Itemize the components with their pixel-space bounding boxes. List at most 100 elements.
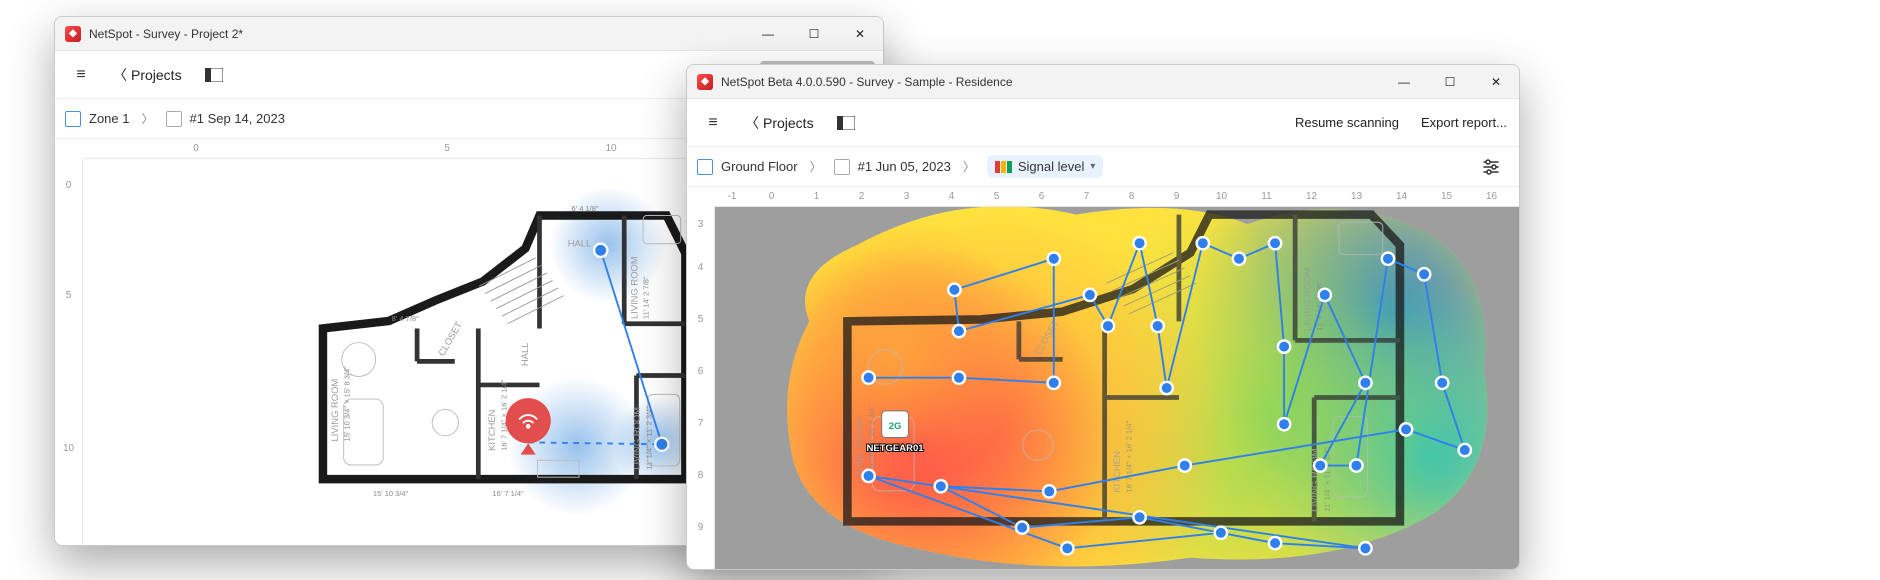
window-sample-residence: ◆ NetSpot Beta 4.0.0.590 - Survey - Samp…	[686, 64, 1520, 570]
ruler-tick: 4	[929, 191, 974, 202]
ruler-tick: 16	[1469, 191, 1514, 202]
ruler-tick: 5	[309, 143, 585, 154]
layout-toggle-icon[interactable]	[196, 57, 232, 93]
minimize-button[interactable]: —	[745, 17, 791, 51]
visualization-dropdown[interactable]: Signal level ▾	[987, 155, 1104, 178]
resume-scanning[interactable]: Resume scanning	[1291, 109, 1403, 136]
svg-text:LIVING ROOM: LIVING ROOM	[1302, 267, 1313, 331]
ruler-tick: 6	[687, 345, 714, 397]
zone-icon	[697, 159, 713, 175]
ruler-tick: 10	[585, 143, 637, 154]
zone-name[interactable]: Zone 1	[89, 111, 129, 126]
svg-text:CLOSET: CLOSET	[436, 319, 464, 357]
zone-icon	[65, 111, 81, 127]
ruler-tick: 0	[749, 191, 794, 202]
ruler-tick: 6	[1019, 191, 1064, 202]
svg-text:LIVING ROOM: LIVING ROOM	[631, 407, 642, 470]
ruler-tick: 1	[794, 191, 839, 202]
zone-name[interactable]: Ground Floor	[721, 159, 798, 174]
ruler-tick: 3	[884, 191, 929, 202]
canvas-area[interactable]: -1 0 1 2 3 4 5 6 7 8 9 10 11 12 13 14 15…	[687, 187, 1519, 569]
hamburger-icon[interactable]: ≡	[695, 105, 731, 141]
svg-text:11' 1/4" × 11' 2 3/4": 11' 1/4" × 11' 2 3/4"	[1322, 447, 1331, 512]
svg-text:16' 7 1/4": 16' 7 1/4"	[492, 489, 524, 498]
window-controls: — ☐ ✕	[745, 17, 883, 51]
maximize-button[interactable]: ☐	[791, 17, 837, 51]
ruler-tick: 2	[839, 191, 884, 202]
chevron-down-icon: ▾	[1090, 161, 1095, 172]
settings-icon[interactable]	[1473, 149, 1509, 185]
ruler-tick: 7	[1064, 191, 1109, 202]
ruler-tick: 8	[687, 449, 714, 501]
scan-icon	[166, 111, 182, 127]
svg-text:2G: 2G	[889, 421, 902, 432]
ruler-tick: 8	[1109, 191, 1154, 202]
svg-text:KITCHEN: KITCHEN	[1112, 451, 1123, 493]
maximize-button[interactable]: ☐	[1427, 65, 1473, 99]
chevron-left-icon: 〈	[113, 65, 127, 85]
heatmap-svg: LIVING ROOM 15' 10 3/4" × 15' 8 3/4" KIT…	[715, 207, 1519, 569]
ruler-horizontal: -1 0 1 2 3 4 5 6 7 8 9 10 11 12 13 14 15…	[715, 187, 1519, 207]
heatmap-canvas[interactable]: LIVING ROOM 15' 10 3/4" × 15' 8 3/4" KIT…	[715, 207, 1519, 569]
close-button[interactable]: ✕	[1473, 65, 1519, 99]
svg-text:NETGEAR01: NETGEAR01	[866, 443, 924, 454]
scan-icon	[834, 159, 850, 175]
projects-label: Projects	[763, 115, 814, 131]
chevron-left-icon: 〈	[745, 113, 759, 133]
ruler-tick: 13	[1334, 191, 1379, 202]
app-icon: ◆	[65, 26, 81, 42]
ruler-tick: 3	[687, 207, 714, 241]
export-report[interactable]: Export report...	[1417, 109, 1511, 136]
ruler-tick: 0	[55, 159, 82, 211]
svg-text:KITCHEN: KITCHEN	[486, 409, 497, 450]
svg-text:15' 10 3/4": 15' 10 3/4"	[373, 489, 409, 498]
ruler-tick: 12	[1289, 191, 1334, 202]
minimize-button[interactable]: —	[1381, 65, 1427, 99]
svg-text:HALL: HALL	[568, 238, 592, 249]
app-icon: ◆	[697, 74, 713, 90]
ruler-tick: 15	[1424, 191, 1469, 202]
svg-text:8' 4 7/8": 8' 4 7/8"	[392, 314, 419, 323]
ruler-tick: 10	[55, 379, 82, 517]
ruler-tick: 10	[1199, 191, 1244, 202]
ruler-tick: 14	[1379, 191, 1424, 202]
titlebar: ◆ NetSpot Beta 4.0.0.590 - Survey - Samp…	[687, 65, 1519, 99]
svg-text:HALL: HALL	[519, 343, 530, 367]
ruler-tick: 5	[687, 293, 714, 345]
svg-text:11' 14' 2 7/8": 11' 14' 2 7/8"	[642, 276, 651, 319]
svg-text:LIVING ROOM: LIVING ROOM	[1310, 448, 1321, 512]
close-button[interactable]: ✕	[837, 17, 883, 51]
ruler-tick: 9	[687, 501, 714, 553]
breadcrumb-bar: Ground Floor 〉 #1 Jun 05, 2023 〉 Signal …	[687, 147, 1519, 187]
window-controls: — ☐ ✕	[1381, 65, 1519, 99]
scan-name[interactable]: #1 Sep 14, 2023	[190, 111, 285, 126]
chevron-right-icon: 〉	[806, 158, 826, 175]
projects-label: Projects	[131, 67, 182, 83]
svg-text:6' 4 1/8": 6' 4 1/8"	[571, 204, 598, 213]
ruler-tick: 5	[974, 191, 1019, 202]
signal-bars-icon	[995, 161, 1012, 173]
layout-toggle-icon[interactable]	[828, 105, 864, 141]
ruler-tick: 4	[687, 241, 714, 293]
back-projects[interactable]: 〈 Projects	[105, 61, 190, 89]
toolbar: ≡ 〈 Projects Resume scanning Export repo…	[687, 99, 1519, 147]
ruler-tick: 11	[1244, 191, 1289, 202]
ruler-vertical: 0 5 10	[55, 159, 83, 545]
scan-name[interactable]: #1 Jun 05, 2023	[858, 159, 951, 174]
chevron-right-icon: 〉	[137, 110, 157, 127]
back-projects[interactable]: 〈 Projects	[737, 109, 822, 137]
ruler-tick: 7	[687, 397, 714, 449]
ruler-tick: -1	[715, 191, 749, 202]
hamburger-icon[interactable]: ≡	[63, 57, 99, 93]
ruler-tick: 0	[83, 143, 309, 154]
svg-text:LIVING ROOM: LIVING ROOM	[628, 256, 639, 319]
ruler-vertical: 3 4 5 6 7 8 9	[687, 207, 715, 569]
ruler-tick: 5	[55, 211, 82, 379]
svg-text:16' 7 1/4" × 16' 2 1/4": 16' 7 1/4" × 16' 2 1/4"	[1124, 421, 1133, 493]
chevron-right-icon: 〉	[959, 158, 979, 175]
ruler-tick: 9	[1154, 191, 1199, 202]
window-title: NetSpot - Survey - Project 2*	[89, 27, 745, 41]
titlebar: ◆ NetSpot - Survey - Project 2* — ☐ ✕	[55, 17, 883, 51]
visualization-label: Signal level	[1018, 159, 1085, 174]
svg-text:LIVING ROOM: LIVING ROOM	[329, 379, 340, 442]
